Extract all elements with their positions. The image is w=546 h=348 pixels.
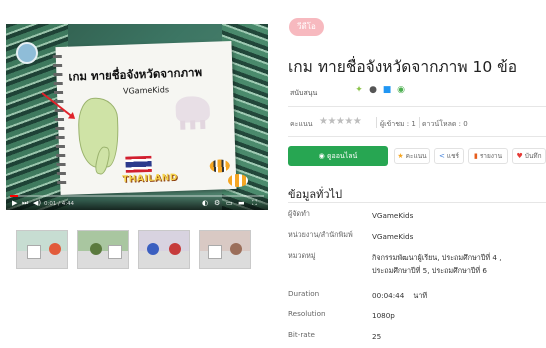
report-button[interactable]: ▮ รายงาน (468, 148, 508, 164)
separator (376, 117, 377, 128)
player-controls: ▶ ⏭ ◀) 0:01 / 4:44 ◐ ⚙ ▭ ▬ ⛶ (6, 194, 268, 210)
thumbnail-shape (108, 245, 122, 259)
support-label: สนับสนุน (290, 89, 318, 97)
info-value: VGameKids (372, 211, 414, 220)
settings-icon[interactable]: ⚙ (214, 199, 220, 207)
info-key: หมวดหมู่ (288, 251, 316, 260)
info-value: กิจกรรมพัฒนาผู้เรียน, ประถมศึกษาปีที่ 4 … (372, 253, 502, 275)
report-label: รายงาน (479, 152, 503, 160)
thumbnail-shape (90, 243, 102, 255)
thailand-banner: THAILAND (121, 172, 178, 185)
elephant-leg (190, 120, 196, 130)
info-value: 1080p (372, 311, 395, 320)
logo-circle (16, 42, 38, 64)
volume-icon[interactable]: ◀) (33, 199, 41, 207)
progress-bar[interactable] (10, 195, 264, 197)
thumbnail-strip (16, 230, 256, 270)
flag-icon: ▮ (473, 152, 478, 160)
thumbnail[interactable] (77, 230, 129, 269)
heart-icon: ♥ (516, 152, 523, 160)
action-buttons: ◉ ดูออนไลน์ ★ คะแนน < แชร์ ▮ รายงาน ♥ บันทึก (288, 146, 546, 166)
video-player[interactable]: เกม ทายชื่อจังหวัดจากภาพ VGameKids THAIL… (6, 24, 268, 210)
info-key: Bit-rate (288, 330, 315, 339)
info-value: 00:04:44 นาที (372, 291, 428, 300)
fullscreen-icon[interactable]: ⛶ (252, 199, 257, 207)
media-type-badge: วีดีโอ (289, 18, 324, 36)
divider (288, 202, 546, 203)
video-game-title: เกม ทายชื่อจังหวัดจากภาพ (68, 65, 203, 84)
divider (288, 136, 546, 137)
rate-label: คะแนน (405, 152, 427, 160)
theater-icon[interactable]: ▬ (238, 199, 245, 207)
thumbnail-shape (208, 245, 222, 259)
thumbnail[interactable] (199, 230, 251, 269)
rating-label: คะแนน (290, 120, 313, 128)
viewer-count: ผู้เข้าชม : 1 (380, 120, 416, 128)
thumbnail[interactable] (16, 230, 68, 269)
thailand-map-image (77, 96, 120, 169)
thumbnail-shape (169, 243, 181, 255)
play-icon[interactable]: ▶ (12, 199, 17, 207)
section-title: ข้อมูลทั่วไป (288, 188, 343, 201)
next-icon[interactable]: ⏭ (22, 199, 28, 207)
notebook-board: เกม ทายชื่อจังหวัดจากภาพ VGameKids THAIL… (52, 40, 237, 196)
watch-online-button[interactable]: ◉ ดูออนไลน์ (288, 146, 388, 166)
thumbnail-shape (230, 243, 242, 255)
video-time: 0:01 / 4:44 (44, 201, 75, 207)
page-title: เกม ทายชื่อจังหวัดจากภาพ 10 ข้อ (288, 58, 518, 76)
thumbnail[interactable] (138, 230, 190, 269)
web-icon: ◉ (397, 85, 405, 95)
info-value: VGameKids (372, 232, 414, 241)
detail-panel: วีดีโอ เกม ทายชื่อจังหวัดจากภาพ 10 ข้อ ส… (274, 0, 546, 348)
progress-fill (10, 195, 18, 197)
share-icon: < (439, 152, 445, 160)
fish-image (209, 159, 230, 173)
elephant-leg (180, 120, 186, 130)
rate-button[interactable]: ★ คะแนน (394, 148, 430, 164)
favorite-label: บันทึก (524, 152, 542, 160)
share-label: แชร์ (446, 152, 459, 160)
thumbnail-shape (27, 245, 41, 259)
download-count: ดาวน์โหลด : 0 (422, 120, 468, 128)
thumbnail-shape (147, 243, 159, 255)
rating-stars[interactable]: ★★★★★ (319, 116, 362, 127)
thumbnail-shape (49, 243, 61, 255)
elephant-image (175, 95, 211, 130)
favorite-button[interactable]: ♥ บันทึก (512, 148, 546, 164)
star-icon: ★ (397, 152, 404, 160)
info-key: หน่วยงาน/สำนักพิมพ์ (288, 230, 353, 239)
info-key: Duration (288, 289, 320, 298)
separator (419, 117, 420, 128)
divider (288, 106, 546, 107)
subtitles-icon[interactable]: ▭ (226, 199, 233, 207)
fish-image (228, 174, 248, 187)
info-value: 25 (372, 332, 382, 341)
share-button[interactable]: < แชร์ (434, 148, 464, 164)
info-key: ผู้จัดทำ (288, 209, 310, 218)
elephant-leg (200, 119, 206, 130)
android-icon: ✦ (355, 85, 363, 95)
info-key: Resolution (288, 309, 326, 318)
thai-flag-image (125, 155, 152, 173)
apple-icon: ● (369, 85, 377, 95)
toggle-icon[interactable]: ◐ (202, 199, 208, 207)
windows-icon: ■ (382, 85, 392, 95)
video-frame: เกม ทายชื่อจังหวัดจากภาพ VGameKids THAIL… (6, 24, 268, 210)
video-brand: VGameKids (122, 85, 170, 96)
